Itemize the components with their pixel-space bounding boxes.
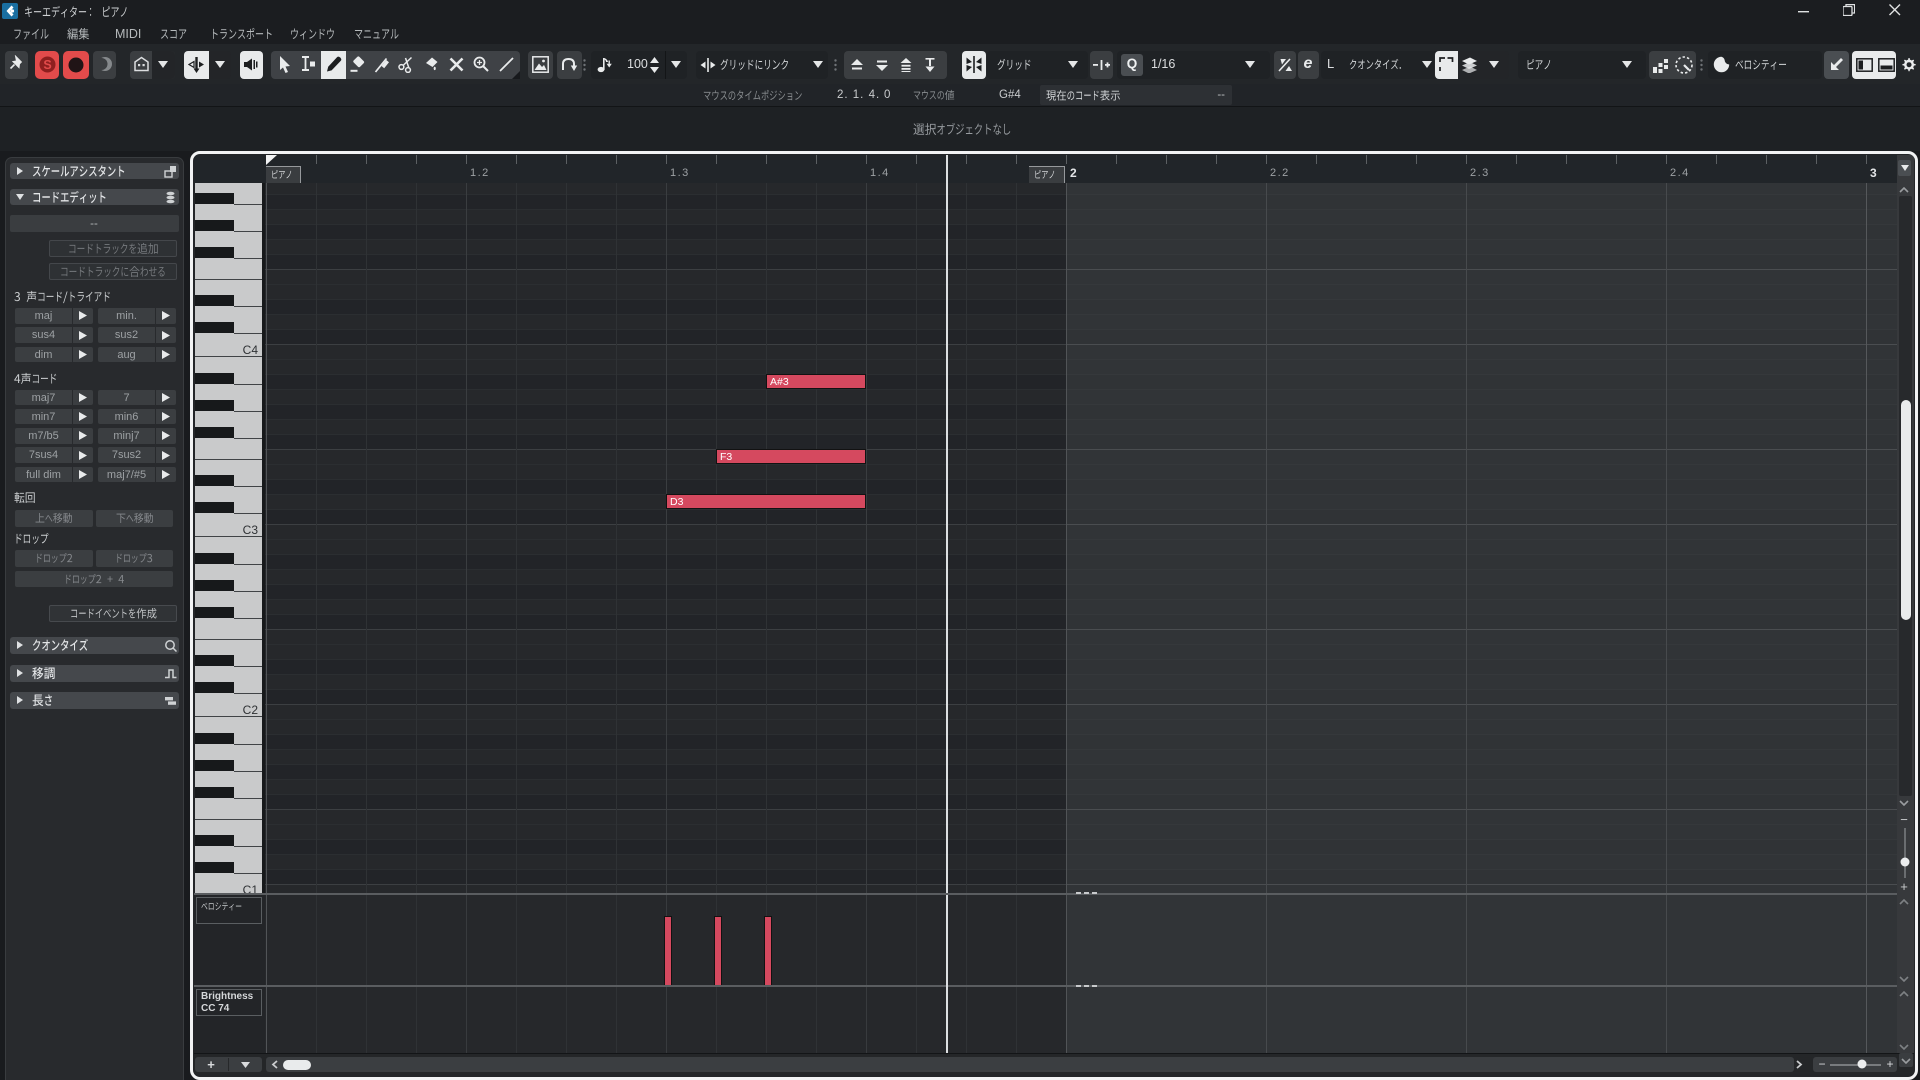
svg-text:S: S [43, 58, 51, 72]
